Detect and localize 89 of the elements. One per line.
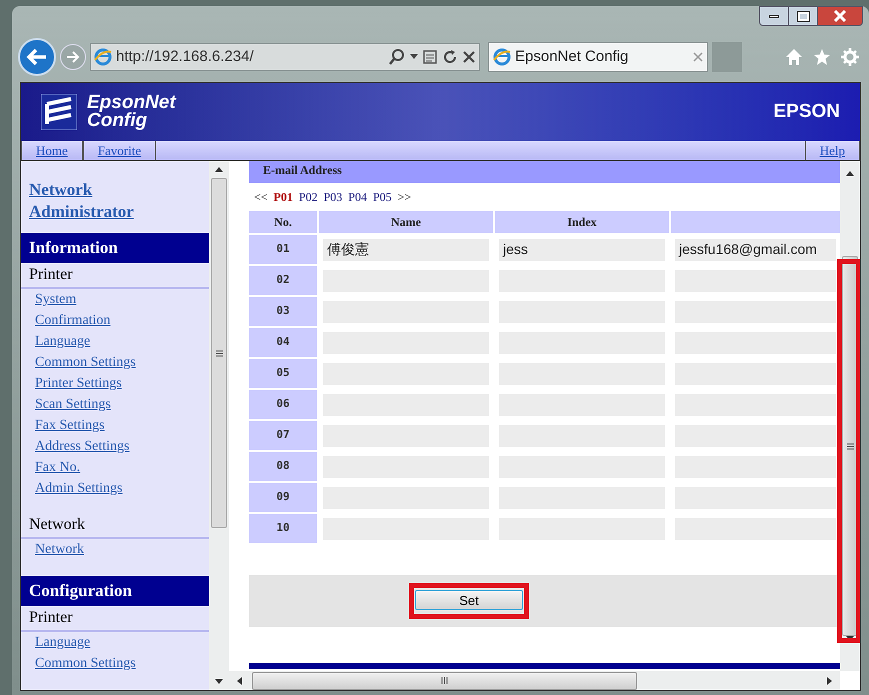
url-text: http://192.168.6.234/ xyxy=(116,46,255,67)
sidebar-link[interactable]: Common Settings xyxy=(35,653,136,674)
row-number: 01 xyxy=(249,235,317,264)
grip-icon xyxy=(216,350,222,356)
grip-icon xyxy=(441,677,448,684)
previous-link[interactable]: << xyxy=(254,188,268,206)
sidebar-link[interactable]: Common Settings xyxy=(35,352,136,373)
scrollbar-thumb[interactable] xyxy=(211,178,227,528)
row-number: 06 xyxy=(249,390,317,419)
column-header: Index xyxy=(495,211,669,233)
row-number: 05 xyxy=(249,359,317,388)
email-field[interactable] xyxy=(675,518,836,540)
star-icon[interactable] xyxy=(813,48,831,66)
tab-title: EpsonNet Config xyxy=(515,46,630,67)
sidebar-scrollbar[interactable] xyxy=(209,161,229,690)
index-field[interactable]: jess xyxy=(499,238,665,260)
row-number: 03 xyxy=(249,297,317,326)
sidebar-link[interactable]: System xyxy=(35,289,76,310)
close-tab-icon[interactable] xyxy=(693,52,703,62)
email-field[interactable]: jessfu168@gmail.com xyxy=(675,238,836,260)
column-header: Name xyxy=(319,211,493,233)
email-field[interactable] xyxy=(675,456,836,478)
section-heading: Information xyxy=(21,233,209,263)
sidebar-link[interactable]: Scan Settings xyxy=(35,394,111,415)
page-link[interactable]: P02 xyxy=(298,188,318,206)
back-button[interactable] xyxy=(18,38,56,76)
email-field[interactable] xyxy=(675,424,836,446)
forward-button[interactable] xyxy=(60,44,86,70)
scroll-up-icon[interactable] xyxy=(846,171,854,176)
email-field[interactable] xyxy=(675,270,836,292)
scroll-up-icon[interactable] xyxy=(215,167,223,172)
email-field[interactable] xyxy=(675,362,836,384)
minimize-icon[interactable] xyxy=(759,6,789,26)
nav-link[interactable]: Help xyxy=(804,141,860,160)
home-icon[interactable] xyxy=(785,48,803,66)
settings-icon[interactable] xyxy=(841,48,859,66)
sidebar-link[interactable]: Language xyxy=(35,331,90,352)
row-number: 02 xyxy=(249,266,317,295)
section-heading: Configuration xyxy=(21,576,209,606)
name-field[interactable]: 傅俊憲 xyxy=(323,238,489,260)
admin-link[interactable]: Network Administrator xyxy=(21,161,171,233)
grip-icon xyxy=(846,442,854,450)
forward-arrow-icon xyxy=(66,51,80,63)
page-link[interactable]: P05 xyxy=(372,188,392,206)
sidebar-link[interactable]: Language xyxy=(35,632,90,653)
dropdown-icon[interactable] xyxy=(410,54,418,60)
page-link[interactable]: P04 xyxy=(348,188,367,206)
browser-tab[interactable]: EpsonNet Config xyxy=(488,42,708,72)
page-link[interactable]: P03 xyxy=(324,188,342,206)
sidebar-link[interactable]: Address Settings xyxy=(35,436,130,457)
sidebar-link[interactable]: Admin Settings xyxy=(35,478,123,499)
email-field[interactable] xyxy=(675,486,836,508)
scrollbar-thumb[interactable] xyxy=(252,672,637,690)
scroll-down-icon[interactable] xyxy=(215,679,223,684)
email-field[interactable] xyxy=(675,300,836,322)
product-name: EpsonNet Config xyxy=(87,94,176,130)
row-number: 09 xyxy=(249,483,317,512)
row-number: 07 xyxy=(249,421,317,450)
email-field[interactable] xyxy=(675,332,836,354)
section-title: E-mail Address xyxy=(249,161,840,183)
search-icon[interactable] xyxy=(388,48,406,66)
new-tab-button[interactable] xyxy=(712,42,742,72)
next-link[interactable]: >> xyxy=(398,188,412,206)
maximize-icon[interactable] xyxy=(789,6,817,26)
sidebar-link[interactable]: Fax No. xyxy=(35,457,80,478)
nav-link[interactable]: Favorite xyxy=(82,141,156,160)
row-number: 04 xyxy=(249,328,317,357)
page-scrollbar[interactable] xyxy=(840,161,860,671)
back-arrow-icon xyxy=(26,48,48,66)
refresh-icon[interactable] xyxy=(442,49,458,65)
set-button[interactable]: Set xyxy=(415,590,523,610)
sidebar-link[interactable]: Fax Settings xyxy=(35,415,105,436)
sidebar-link[interactable]: Network xyxy=(35,539,84,560)
sidebar-link[interactable]: Printer Settings xyxy=(35,373,122,394)
stop-icon[interactable] xyxy=(462,50,476,64)
column-header: No. xyxy=(249,211,317,233)
page-link[interactable]: P01 xyxy=(274,188,293,206)
horizontal-scrollbar[interactable] xyxy=(229,671,840,690)
address-bar[interactable]: http://192.168.6.234/ xyxy=(90,43,480,71)
email-field[interactable] xyxy=(675,394,836,416)
row-number: 08 xyxy=(249,452,317,481)
scroll-left-icon[interactable] xyxy=(237,676,242,684)
scroll-right-icon[interactable] xyxy=(827,676,832,684)
row-number: 10 xyxy=(249,514,317,543)
sidebar-link[interactable]: Confirmation xyxy=(35,310,110,331)
close-icon[interactable] xyxy=(817,6,863,26)
logo-icon xyxy=(41,94,77,130)
brand-name: EPSON xyxy=(773,100,840,124)
nav-link[interactable]: Home xyxy=(21,141,83,160)
